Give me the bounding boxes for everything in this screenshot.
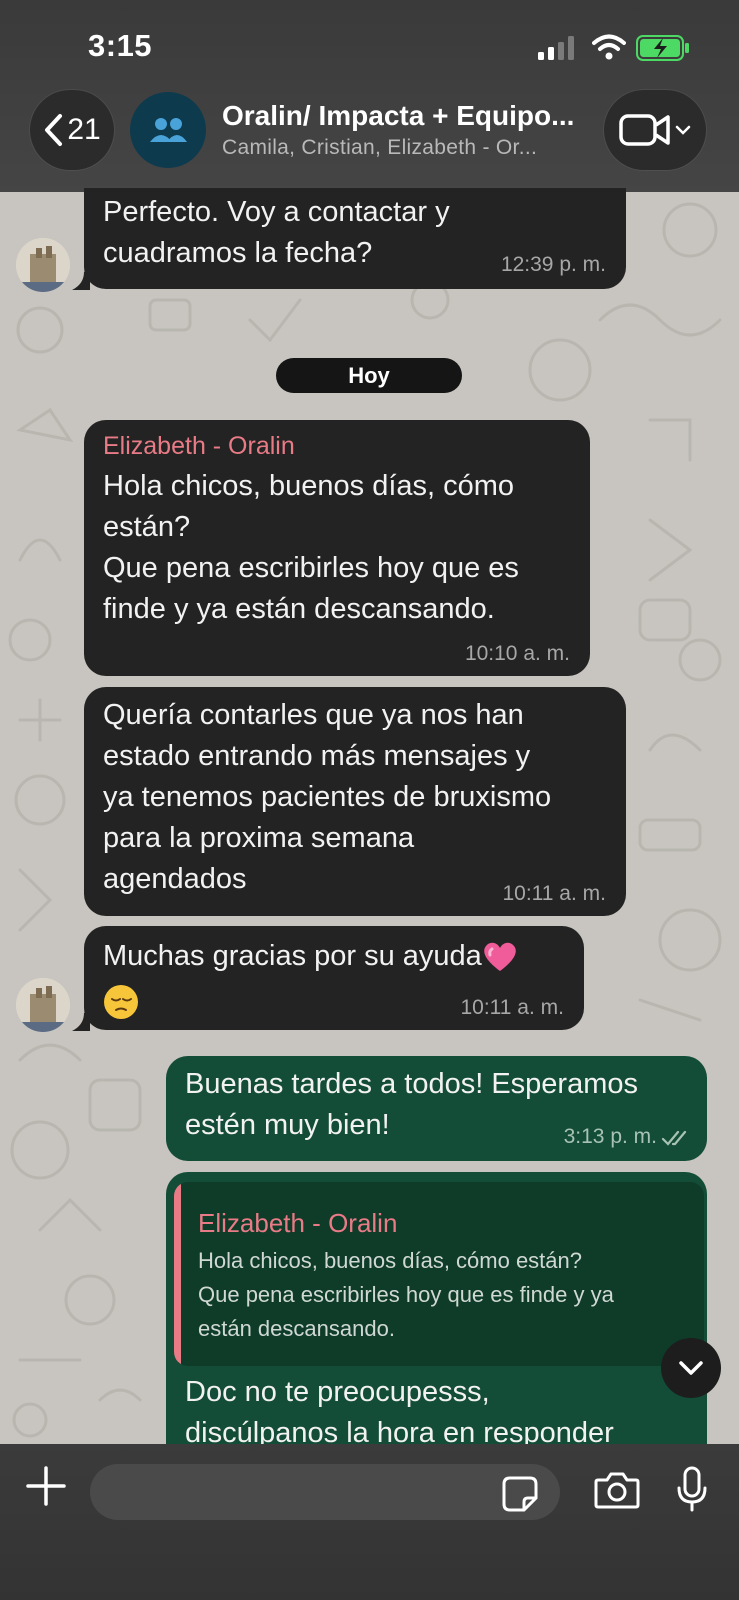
pensive-face-emoji-icon	[104, 985, 138, 1020]
sticker-icon[interactable]	[502, 1476, 538, 1512]
chevron-down-icon	[679, 1361, 703, 1375]
sender-name[interactable]: Elizabeth - Oralin	[103, 432, 295, 461]
message-text: para la proxima semana	[103, 822, 415, 854]
message-text: Muchas gracias por su ayuda	[103, 940, 482, 972]
chevron-left-icon	[45, 114, 63, 146]
message-text: Perfecto. Voy a contactar y	[103, 196, 450, 228]
message-bubble-outgoing[interactable]: Elizabeth - Oralin Hola chicos, buenos d…	[166, 1172, 707, 1472]
message-text: Buenas tardes a todos! Esperamos	[185, 1068, 638, 1100]
pink-heart-emoji-icon	[484, 943, 516, 972]
message-bubble[interactable]: Quería contarles que ya nos han estado e…	[84, 687, 626, 916]
message-time: 10:11 a. m.	[460, 996, 564, 1019]
chat-header: 3:15 21 Oralin/ Impacta + Equipo... Cami…	[0, 0, 739, 192]
quoted-message[interactable]: Elizabeth - Oralin Hola chicos, buenos d…	[174, 1182, 704, 1366]
back-button[interactable]: 21	[30, 90, 114, 170]
message-text: Doc no te preocupesss,	[185, 1376, 490, 1408]
message-text: finde y ya están descansando.	[103, 593, 495, 625]
message-text: Quería contarles que ya nos han	[103, 699, 524, 731]
double-check-icon	[661, 1130, 687, 1146]
video-call-button[interactable]	[604, 90, 706, 170]
microphone-icon[interactable]	[676, 1466, 708, 1514]
status-time: 3:15	[88, 28, 153, 63]
bubble-tail	[72, 272, 90, 290]
chevron-down-icon	[675, 125, 691, 135]
message-bubble[interactable]: Muchas gracias por su ayuda 10:11 a. m.	[84, 926, 584, 1030]
message-text: Hola chicos, buenos días, cómo	[103, 470, 515, 502]
message-text: ya tenemos pacientes de bruxismo	[103, 781, 552, 813]
battery-charging-icon	[636, 35, 689, 61]
message-text: Que pena escribirles hoy que es	[103, 552, 519, 584]
quoted-text: están descansando.	[198, 1316, 395, 1341]
message-time: 12:39 p. m.	[500, 253, 606, 276]
chat-members[interactable]: Camila, Cristian, Elizabeth - Or...	[222, 136, 537, 160]
day-separator: Hoy	[276, 358, 462, 393]
cellular-signal-icon	[538, 36, 574, 60]
unread-count: 21	[67, 113, 101, 146]
quoted-text: Hola chicos, buenos días, cómo están?	[198, 1248, 583, 1273]
video-call-icon	[619, 114, 670, 146]
message-bubble[interactable]: Perfecto. Voy a contactar y cuadramos la…	[84, 188, 626, 289]
message-text: estado entrando más mensajes y	[103, 740, 531, 772]
message-input-bar	[0, 1444, 739, 1600]
message-text: están?	[103, 511, 191, 543]
group-avatar[interactable]	[130, 92, 206, 168]
sender-avatar[interactable]	[16, 978, 70, 1032]
quoted-text: Que pena escribirles hoy que es finde y …	[198, 1282, 614, 1307]
chat-title[interactable]: Oralin/ Impacta + Equipo...	[222, 100, 574, 132]
scroll-to-bottom-button[interactable]	[661, 1338, 721, 1398]
bubble-tail	[72, 1013, 90, 1031]
message-input[interactable]	[90, 1464, 560, 1520]
plus-icon[interactable]	[24, 1464, 68, 1508]
quote-accent-bar	[174, 1182, 181, 1366]
message-text: agendados	[103, 863, 247, 895]
message-time: 10:10 a. m.	[464, 642, 570, 665]
message-time: 10:11 a. m.	[502, 882, 606, 905]
wifi-icon	[592, 34, 626, 60]
quoted-sender-name: Elizabeth - Oralin	[198, 1208, 398, 1238]
message-bubble-outgoing[interactable]: Buenas tardes a todos! Esperamos estén m…	[166, 1056, 707, 1161]
message-bubble[interactable]: Elizabeth - Oralin Hola chicos, buenos d…	[84, 420, 590, 676]
message-time: 3:13 p. m.	[563, 1125, 657, 1148]
message-text: cuadramos la fecha?	[103, 237, 373, 269]
group-icon	[150, 118, 187, 142]
camera-icon[interactable]	[594, 1470, 640, 1510]
sender-avatar[interactable]	[16, 238, 70, 292]
